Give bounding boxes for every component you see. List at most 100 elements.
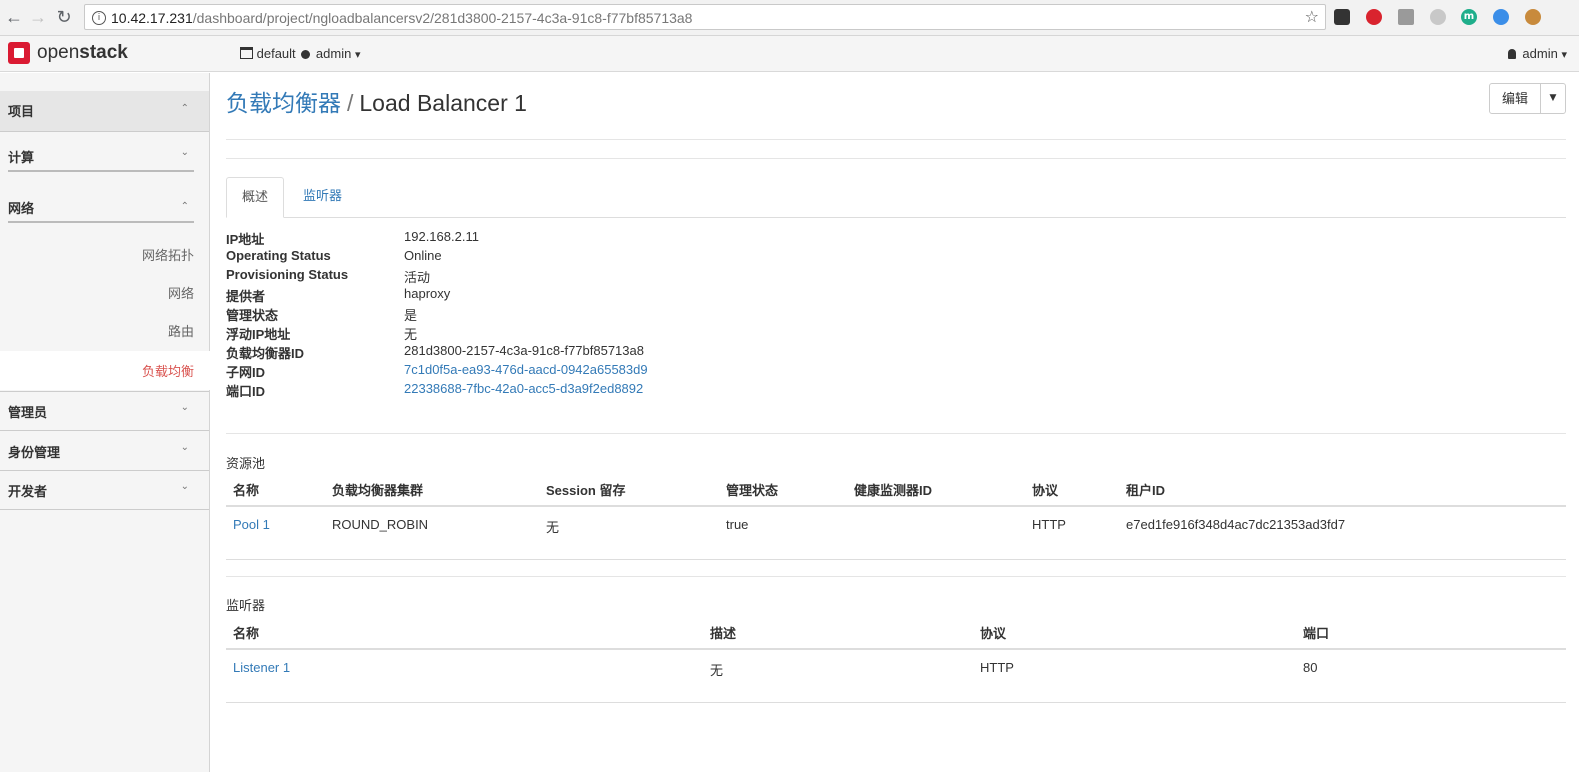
breadcrumb-load-balancers-link[interactable]: 负载均衡器	[226, 90, 341, 116]
detail-label-provider: 提供者	[226, 289, 266, 304]
detail-label-operating-status: Operating Status	[226, 248, 331, 263]
pool-tenant-id: e7ed1fe916f348d4ac7dc21353ad3fd7	[1126, 517, 1346, 532]
sidebar-section-compute[interactable]: 计算 ⌄	[0, 147, 209, 167]
listeners-table-header: 名称 描述 协议 端口	[226, 618, 1566, 650]
listener-protocol: HTTP	[980, 660, 1014, 675]
forward-icon[interactable]: →	[26, 5, 50, 29]
column-header: 描述	[710, 626, 737, 641]
pool-protocol: HTTP	[1032, 517, 1066, 532]
detail-value-provider: haproxy	[404, 286, 451, 301]
extension-cookie-icon[interactable]	[1525, 9, 1541, 25]
listener-name-link[interactable]: Listener 1	[233, 660, 290, 675]
tab-listeners[interactable]: 监听器	[288, 177, 357, 217]
sidebar-item-routers[interactable]: 路由	[168, 321, 194, 340]
column-header: 管理状态	[726, 483, 779, 498]
column-header: 名称	[233, 483, 260, 498]
sidebar-item-network-topology[interactable]: 网络拓扑	[142, 245, 194, 264]
sidebar-section-project[interactable]: 项目 ⌃	[0, 91, 209, 131]
info-icon[interactable]: i	[92, 11, 106, 25]
divider	[0, 131, 209, 132]
chevron-down-icon: ▾	[354, 48, 361, 61]
sidebar-section-label: 开发者	[8, 484, 48, 499]
address-bar[interactable]: i 10.42.17.231/dashboard/project/ngloadb…	[84, 4, 1326, 30]
sidebar-section-label: 管理员	[8, 405, 48, 420]
listeners-section-title: 监听器	[226, 598, 266, 613]
column-header: 端口	[1303, 626, 1330, 641]
edit-button-group: 编辑 ▼	[1488, 83, 1566, 114]
sidebar-section-network[interactable]: 网络 ⌃	[0, 198, 209, 218]
extension-grey-icon[interactable]	[1430, 9, 1446, 25]
divider	[226, 433, 1566, 434]
sidebar-item-networks[interactable]: 网络	[168, 283, 194, 302]
sidebar-section-identity[interactable]: 身份管理 ⌄	[0, 442, 209, 462]
extension-m-icon[interactable]: m	[1461, 9, 1477, 25]
project-selector[interactable]: default admin ▾	[240, 46, 361, 61]
chevron-down-icon: ▾	[1561, 48, 1567, 61]
column-header: 负载均衡器集群	[332, 483, 424, 498]
openstack-logo-icon[interactable]	[8, 42, 30, 64]
back-icon[interactable]: ←	[2, 5, 26, 29]
bookmark-star-icon[interactable]: ☆	[1305, 7, 1319, 26]
extension-mail-icon[interactable]	[1398, 9, 1414, 25]
sidebar-section-label: 项目	[8, 104, 35, 119]
divider	[226, 139, 1566, 140]
chevron-up-icon: ⌃	[180, 201, 189, 212]
column-header: 名称	[233, 626, 260, 641]
breadcrumb-separator: /	[347, 90, 354, 116]
divider	[226, 576, 1566, 577]
sidebar-section-developer[interactable]: 开发者 ⌄	[0, 481, 209, 501]
reload-icon[interactable]: ↻	[52, 5, 76, 29]
breadcrumb: 负载均衡器 / Load Balancer 1	[226, 84, 527, 118]
pool-session-persistence: 无	[546, 520, 560, 535]
openstack-logo-text[interactable]: openstack	[37, 42, 128, 64]
detail-label-subnet-id: 子网ID	[226, 365, 266, 380]
detail-value-admin-state: 是	[404, 308, 418, 323]
edit-button[interactable]: 编辑	[1490, 84, 1541, 113]
table-row: Listener 1 无 HTTP 80	[226, 650, 1566, 703]
column-header: 健康监测器ID	[854, 483, 933, 498]
top-navbar: openstack default admin ▾ admin ▾	[0, 36, 1579, 72]
url-host: 10.42.17.231	[111, 10, 193, 26]
detail-label-provisioning-status: Provisioning Status	[226, 267, 349, 282]
pool-name-link[interactable]: Pool 1	[233, 517, 270, 532]
page-title: Load Balancer 1	[359, 90, 527, 116]
sidebar-item-load-balancers[interactable]: 负载均衡	[142, 361, 194, 380]
divider	[0, 470, 209, 471]
browser-toolbar: ← → ↻ i 10.42.17.231/dashboard/project/n…	[0, 0, 1579, 36]
detail-value-port-link[interactable]: 22338688-7fbc-42a0-acc5-d3a9f2ed8892	[404, 381, 643, 396]
chevron-down-icon: ⌄	[180, 481, 189, 492]
divider	[0, 509, 209, 510]
domain-icon	[240, 47, 253, 59]
sidebar-section-label: 身份管理	[8, 445, 61, 460]
pool-admin-state: true	[726, 517, 749, 532]
column-header: 协议	[980, 626, 1007, 641]
detail-value-subnet-link[interactable]: 7c1d0f5a-ea93-476d-aacd-0942a65583d9	[404, 362, 648, 377]
user-name: admin	[1522, 46, 1558, 61]
detail-label-port-id: 端口ID	[226, 384, 266, 399]
detail-value-ip: 192.168.2.11	[404, 229, 479, 244]
project-name: admin	[315, 46, 352, 61]
tab-overview[interactable]: 概述	[226, 177, 285, 218]
user-icon	[1507, 49, 1516, 59]
chevron-up-icon: ⌃	[180, 103, 189, 114]
column-header: Session 留存	[546, 483, 626, 498]
pools-table-header: 名称 负载均衡器集群 Session 留存 管理状态 健康监测器ID 协议 租户…	[226, 475, 1566, 507]
detail-label-lb-id: 负载均衡器ID	[226, 346, 305, 361]
divider	[0, 430, 209, 431]
edit-dropdown-toggle[interactable]: ▼	[1541, 84, 1565, 113]
url-text[interactable]: 10.42.17.231/dashboard/project/ngloadbal…	[111, 10, 692, 26]
detail-value-provisioning-status: 活动	[404, 270, 431, 285]
detail-value-floating-ip: 无	[404, 327, 418, 342]
url-path: /dashboard/project/ngloadbalancersv2/281…	[192, 10, 693, 26]
project-domain: default	[256, 46, 296, 61]
divider	[226, 158, 1566, 159]
chevron-down-icon: ⌄	[180, 147, 189, 158]
pools-section-title: 资源池	[226, 456, 266, 471]
extension-glasses-icon[interactable]	[1334, 9, 1350, 25]
user-menu[interactable]: admin ▾	[1507, 46, 1567, 61]
extension-check-icon[interactable]	[1493, 9, 1509, 25]
sidebar-section-admin[interactable]: 管理员 ⌄	[0, 402, 209, 422]
sidebar-section-label: 网络	[8, 201, 35, 216]
divider	[0, 391, 209, 392]
extension-opera-icon[interactable]	[1366, 9, 1382, 25]
